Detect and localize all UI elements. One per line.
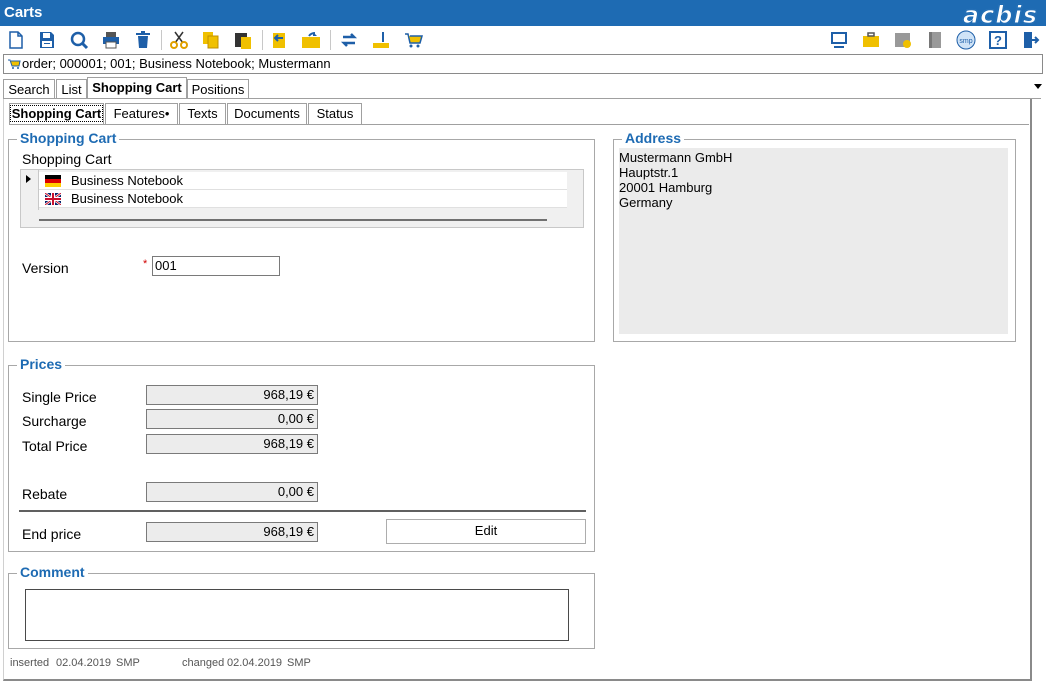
version-label: Version [22, 260, 69, 276]
changed-user: SMP [287, 657, 311, 669]
breadcrumb: order; 000001; 001; Business Notebook; M… [3, 54, 1043, 74]
delete-icon[interactable] [132, 29, 154, 51]
single-price-label: Single Price [22, 389, 97, 405]
row-header [21, 170, 39, 210]
price-divider [19, 510, 586, 512]
breadcrumb-text: order; 000001; 001; Business Notebook; M… [22, 56, 331, 71]
subtab-features[interactable]: Features• [105, 103, 178, 124]
tab-dropdown-icon[interactable] [1034, 84, 1042, 89]
table-row[interactable]: Business Notebook [39, 190, 567, 208]
single-price-field: 968,19 € [146, 385, 318, 405]
total-price-field: 968,19 € [146, 434, 318, 454]
book-icon[interactable] [924, 29, 946, 51]
cart-item-text: Business Notebook [71, 191, 184, 206]
end-price-label: End price [22, 526, 82, 542]
sync-icon[interactable] [338, 29, 360, 51]
address-line: Germany [619, 195, 673, 210]
open-folder-icon[interactable] [300, 29, 322, 51]
cart-item-text: Business Notebook [71, 173, 184, 188]
subtab-documents[interactable]: Documents [227, 103, 307, 124]
comment-legend: Comment [17, 564, 88, 580]
address-legend: Address [622, 130, 685, 146]
surcharge-label: Surcharge [22, 413, 87, 429]
end-price-field: 968,19 € [146, 522, 318, 542]
shopping-cart-label: Shopping Cart [22, 151, 112, 167]
subtab-texts[interactable]: Texts [179, 103, 226, 124]
rebate-field: 0,00 € [146, 482, 318, 502]
window-title: Carts [4, 4, 43, 21]
table-row[interactable]: Business Notebook [39, 172, 567, 190]
folder-check-icon[interactable] [892, 29, 914, 51]
toolbar: smp ? [0, 26, 1046, 54]
title-bar: Carts acbis [0, 0, 1046, 30]
print-icon[interactable] [100, 29, 122, 51]
briefcase-icon[interactable] [860, 29, 882, 51]
germany-flag-icon [45, 175, 61, 187]
inserted-date: 02.04.2019 [56, 657, 112, 669]
toolbar-separator [262, 30, 263, 50]
prices-legend: Prices [17, 356, 66, 372]
help-icon[interactable]: ? [987, 29, 1009, 51]
toolbar-separator [330, 30, 331, 50]
tab-shopping-cart[interactable]: Shopping Cart [87, 77, 187, 99]
uk-flag-icon [45, 193, 61, 205]
address-line: 20001 Hamburg [619, 180, 713, 195]
inserted-user: SMP [116, 657, 140, 669]
shopping-cart-grid[interactable]: Business Notebook Business Notebook [20, 169, 584, 228]
cart-icon [8, 59, 21, 69]
copy-icon[interactable] [200, 29, 222, 51]
new-icon[interactable] [5, 29, 27, 51]
tab-search[interactable]: Search [3, 79, 55, 99]
subtab-shopping-cart[interactable]: Shopping Cart [9, 103, 104, 124]
svg-text:smp: smp [959, 38, 972, 45]
required-marker: * [143, 258, 148, 270]
subtab-shopping-cart-label: Shopping Cart [9, 105, 104, 122]
subtab-status[interactable]: Status [308, 103, 362, 124]
row-selector-icon [26, 175, 31, 183]
paste-icon[interactable] [232, 29, 254, 51]
edit-button[interactable]: Edit [386, 519, 586, 544]
address-line: Hauptstr.1 [619, 165, 679, 180]
measure-icon[interactable] [370, 29, 392, 51]
cart-icon[interactable] [402, 29, 424, 51]
horizontal-scrollbar[interactable] [39, 219, 547, 221]
svg-text:?: ? [994, 33, 1002, 48]
version-field[interactable]: 001 [152, 256, 280, 276]
smp-icon[interactable]: smp [955, 29, 977, 51]
save-icon[interactable] [36, 29, 58, 51]
address-line: Mustermann GmbH [619, 150, 733, 165]
monitor-icon[interactable] [828, 29, 850, 51]
cut-icon[interactable] [168, 29, 190, 51]
changed-date: 02.04.2019 [227, 657, 283, 669]
search-icon[interactable] [68, 29, 90, 51]
changed-label: changed [182, 657, 225, 669]
rebate-label: Rebate [22, 486, 68, 502]
inserted-label: inserted [10, 657, 50, 669]
tab-positions[interactable]: Positions [187, 79, 249, 99]
tab-list[interactable]: List [56, 79, 87, 99]
subtab-divider [9, 124, 1029, 125]
comment-field[interactable] [25, 589, 569, 641]
shopping-cart-legend: Shopping Cart [17, 130, 120, 146]
toolbar-separator [161, 30, 162, 50]
surcharge-field: 0,00 € [146, 409, 318, 429]
address-block: Mustermann GmbH Hauptstr.1 20001 Hamburg… [619, 148, 1008, 334]
brand-logo: acbis [962, 1, 1038, 30]
exit-icon[interactable] [1019, 29, 1041, 51]
export-icon[interactable] [268, 29, 290, 51]
total-price-label: Total Price [22, 438, 88, 454]
